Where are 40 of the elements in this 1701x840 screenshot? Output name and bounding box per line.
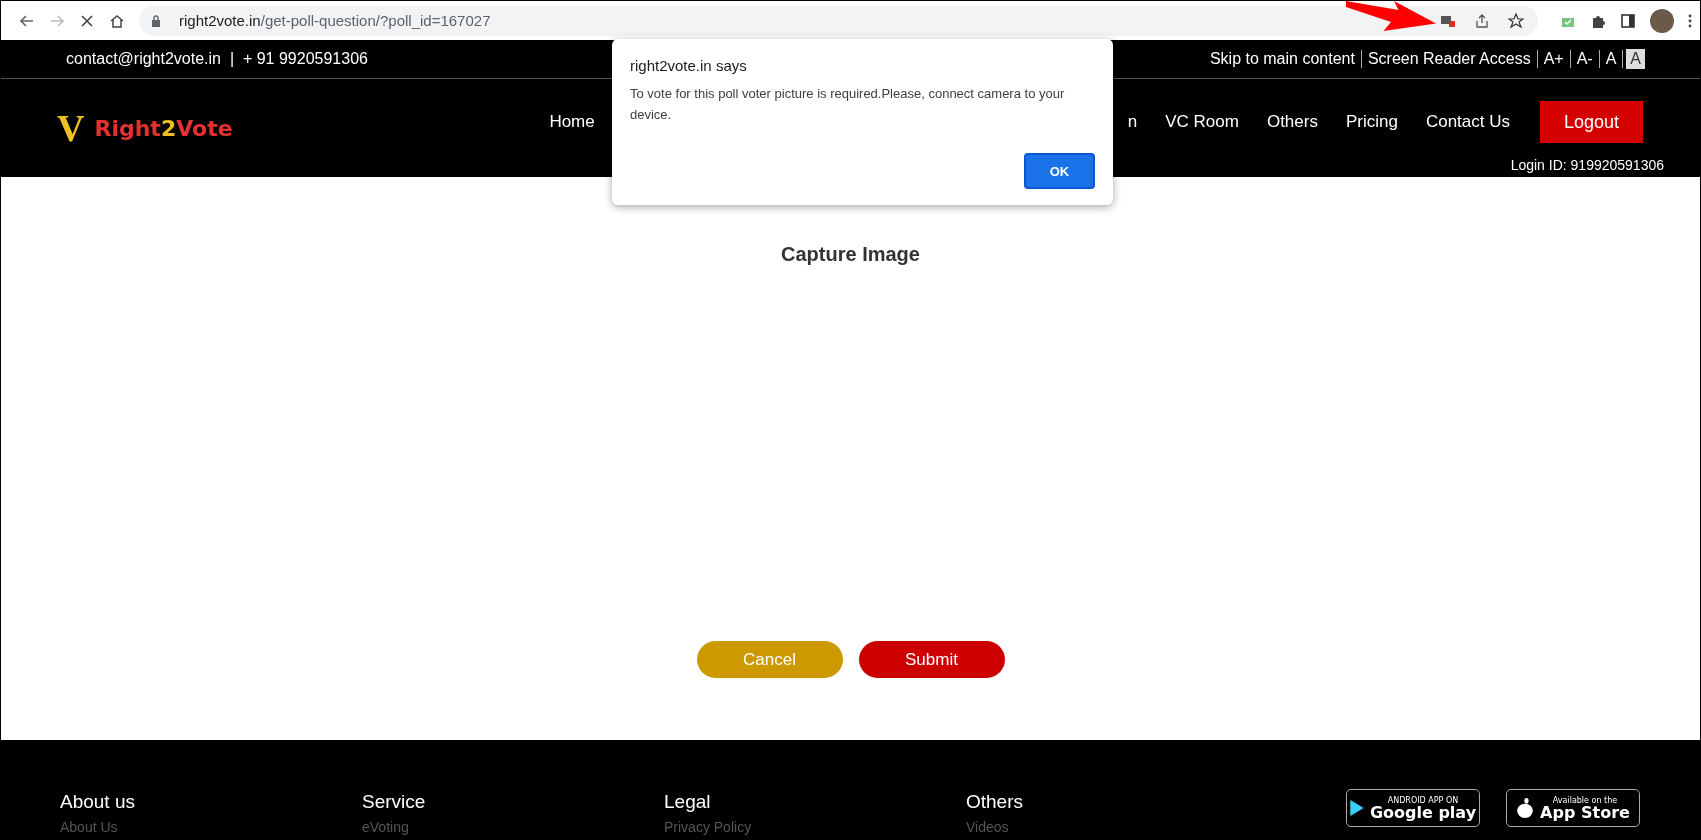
accessibility-link[interactable]: Skip to main content bbox=[1203, 50, 1362, 68]
nav-link[interactable]: Others bbox=[1252, 112, 1332, 132]
accessibility-link[interactable]: Screen Reader Access bbox=[1361, 50, 1538, 68]
contact-info: contact@right2vote.in | + 91 9920591306 bbox=[66, 50, 368, 68]
nav-link[interactable]: n bbox=[1113, 112, 1152, 132]
back-icon[interactable] bbox=[19, 12, 35, 29]
star-icon[interactable] bbox=[1508, 12, 1524, 29]
url-text: right2vote.in/get-poll-question/?poll_id=167027 bbox=[179, 12, 491, 29]
nav-link[interactable]: Home bbox=[535, 112, 609, 132]
dialog-title: right2vote.in says bbox=[630, 57, 748, 74]
footer-heading: Legal bbox=[664, 791, 712, 813]
play-icon bbox=[1349, 800, 1364, 816]
footer-heading: Others bbox=[966, 791, 1025, 813]
login-id: Login ID: 919920591306 bbox=[1510, 157, 1664, 173]
footer-heading: About us bbox=[60, 791, 136, 813]
nav-link[interactable]: Pricing bbox=[1331, 112, 1412, 132]
app-store-badge[interactable]: ANDROID APP ON Google play bbox=[1346, 789, 1480, 827]
lock-icon bbox=[151, 14, 161, 27]
logo-mark: V bbox=[57, 106, 85, 150]
nav-link[interactable]: Contact Us bbox=[1411, 112, 1524, 132]
profile-avatar[interactable] bbox=[1650, 8, 1674, 33]
nav-link[interactable]: VC Room bbox=[1151, 112, 1253, 132]
address-bar[interactable]: right2vote.in/get-poll-question/?poll_id=167027 bbox=[139, 5, 1538, 36]
accessibility-link[interactable]: A+ bbox=[1537, 50, 1571, 68]
accessibility-link[interactable]: A- bbox=[1570, 50, 1600, 68]
ok-button[interactable]: OK bbox=[1024, 153, 1095, 189]
page-title: Capture Image bbox=[781, 243, 920, 266]
submit-button[interactable]: Submit bbox=[858, 641, 1005, 678]
dialog-message: To vote for this poll voter picture is required.Please, connect camera to your device. bbox=[630, 85, 1066, 124]
stop-icon[interactable] bbox=[79, 12, 95, 29]
logo-text: Right2Vote bbox=[94, 115, 233, 141]
home-icon[interactable] bbox=[109, 12, 125, 29]
accessibility-link[interactable]: A bbox=[1626, 49, 1645, 69]
share-icon[interactable] bbox=[1474, 12, 1490, 29]
footer-heading: Service bbox=[362, 791, 427, 813]
accessibility-link[interactable]: A bbox=[1599, 50, 1624, 68]
more-icon[interactable] bbox=[1688, 12, 1692, 29]
logout-button[interactable]: Logout bbox=[1540, 101, 1643, 143]
sidebar-icon[interactable] bbox=[1620, 12, 1636, 29]
app-store-badge[interactable]: Available on the App Store bbox=[1506, 789, 1640, 827]
